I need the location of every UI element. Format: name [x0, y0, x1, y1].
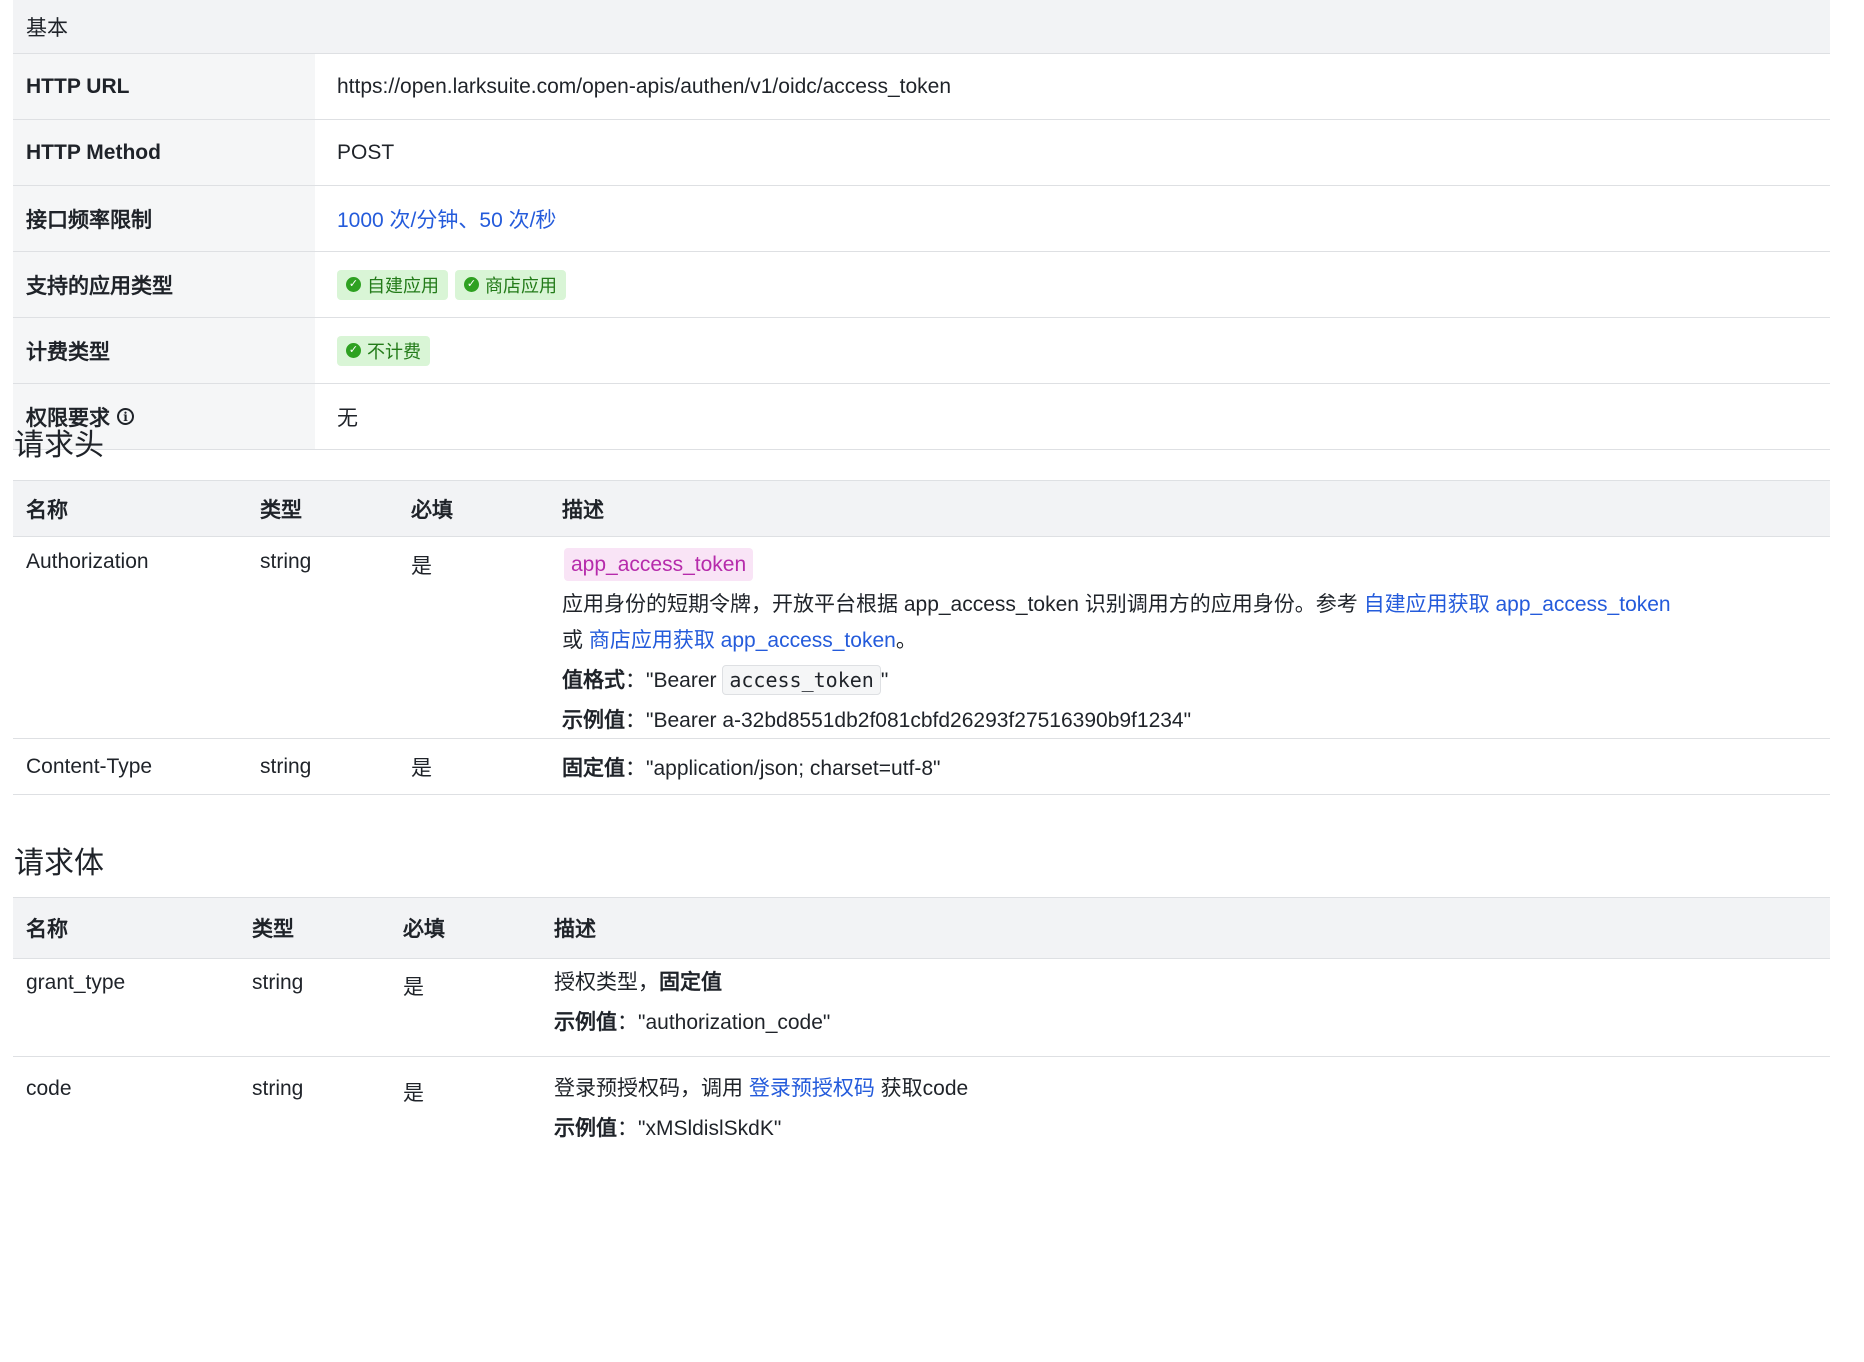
desc-or: 或 [562, 629, 589, 652]
basic-row-billing: 计费类型 ✓ 不计费 [13, 318, 1830, 384]
basic-value-cell: ✓ 不计费 [315, 318, 1830, 383]
param-type: string [252, 1077, 304, 1100]
param-name: Authorization [26, 550, 149, 573]
check-circle-icon: ✓ [346, 343, 361, 358]
col-desc: 描述 [554, 918, 596, 941]
check-circle-icon: ✓ [464, 277, 479, 292]
param-required: 是 [403, 1082, 424, 1105]
desc-post: 获取code [874, 1077, 969, 1100]
table-row: Content-Type string 是 固定值："application/j… [13, 739, 1830, 795]
example-value: ："Bearer a-32bd8551db2f081cbfd26293f2751… [625, 709, 1192, 732]
billing-tag: ✓ 不计费 [337, 335, 430, 366]
basic-table-header: 基本 [13, 0, 1830, 54]
param-name: Content-Type [26, 754, 153, 778]
col-type: 类型 [252, 918, 294, 941]
param-name: grant_type [26, 971, 126, 994]
param-desc: 登录预授权码，调用 登录预授权码 获取code 示例值："xMSldislSkd… [541, 1057, 1830, 1167]
table-row: Authorization string 是 app_access_token … [13, 537, 1830, 739]
format-label: 值格式 [562, 669, 625, 692]
col-desc: 描述 [562, 498, 604, 522]
desc-text: 登录预授权码，调用 [554, 1077, 749, 1100]
col-required: 必填 [403, 918, 445, 941]
fixed-value: ："application/json; charset=utf-8" [625, 756, 941, 780]
info-icon[interactable]: i [117, 408, 134, 425]
param-type: string [260, 754, 312, 778]
basic-key: 接口频率限制 [13, 186, 315, 251]
basic-key: HTTP Method [13, 120, 315, 185]
app-type-tag: ✓ 商店应用 [455, 269, 566, 300]
tag-label: 不计费 [367, 341, 421, 362]
section-title-request-header: 请求头 [14, 429, 104, 462]
format-post: " [880, 669, 889, 692]
rate-limit-link[interactable]: 1000 次/分钟、50 次/秒 [337, 204, 556, 234]
access-token-code: access_token [722, 665, 881, 695]
example-label: 示例值 [554, 1011, 617, 1034]
basic-key: 支持的应用类型 [13, 252, 315, 317]
self-built-app-token-link[interactable]: 自建应用获取 app_access_token [1364, 593, 1671, 616]
tag-label: 商店应用 [485, 275, 557, 296]
format-pre: ："Bearer [625, 669, 723, 692]
param-type: string [260, 550, 312, 573]
token-chip: app_access_token [564, 548, 754, 581]
basic-key: 计费类型 [13, 318, 315, 383]
basic-row-permissions: 权限要求 i 无 [13, 384, 1830, 450]
desc-end: 。 [895, 629, 917, 652]
api-doc-page: 基本 HTTP URL https://open.larksuite.com/o… [0, 0, 1864, 1362]
store-app-token-link[interactable]: 商店应用获取 app_access_token [589, 629, 896, 652]
col-required: 必填 [411, 498, 453, 522]
param-name: code [26, 1077, 72, 1100]
param-required: 是 [411, 555, 432, 578]
basic-value: 无 [337, 406, 358, 430]
basic-value-cell: 1000 次/分钟、50 次/秒 [315, 186, 1830, 251]
basic-row-app-types: 支持的应用类型 ✓ 自建应用 ✓ 商店应用 [13, 252, 1830, 318]
pre-auth-code-link[interactable]: 登录预授权码 [749, 1077, 875, 1100]
request-header-table: 名称 类型 必填 描述 Authorization string 是 app_a… [13, 480, 1830, 795]
table-row: grant_type string 是 授权类型，固定值 示例值："author… [13, 959, 1830, 1057]
example-value: ："xMSldislSkdK" [617, 1117, 782, 1140]
desc-text: 应用身份的短期令牌，开放平台根据 app_access_token 识别调用方的… [562, 593, 1364, 616]
col-type: 类型 [260, 498, 302, 522]
desc-text: 授权类型， [554, 971, 659, 994]
section-title-request-body: 请求体 [14, 847, 104, 880]
param-desc: 固定值："application/json; charset=utf-8" [549, 752, 1830, 782]
col-name: 名称 [26, 498, 68, 522]
example-label: 示例值 [554, 1117, 617, 1140]
basic-info-table: 基本 HTTP URL https://open.larksuite.com/o… [13, 0, 1830, 450]
basic-value-cell: ✓ 自建应用 ✓ 商店应用 [315, 252, 1830, 317]
param-required: 是 [403, 976, 424, 999]
basic-row-rate-limit: 接口频率限制 1000 次/分钟、50 次/秒 [13, 186, 1830, 252]
check-circle-icon: ✓ [346, 277, 361, 292]
basic-value: https://open.larksuite.com/open-apis/aut… [337, 74, 952, 98]
param-desc: 授权类型，固定值 示例值："authorization_code" [541, 959, 1830, 1056]
fixed-label: 固定值 [562, 756, 625, 780]
table-header-row: 名称 类型 必填 描述 [13, 480, 1830, 537]
col-name: 名称 [26, 918, 68, 941]
basic-row-http-method: HTTP Method POST [13, 120, 1830, 186]
desc-bold: 固定值 [659, 971, 722, 994]
param-required: 是 [411, 756, 432, 780]
table-row: code string 是 登录预授权码，调用 登录预授权码 获取code 示例… [13, 1057, 1830, 1167]
table-header-row: 名称 类型 必填 描述 [13, 897, 1830, 959]
basic-value: POST [337, 140, 395, 164]
example-value: ："authorization_code" [617, 1011, 831, 1034]
app-type-tag: ✓ 自建应用 [337, 269, 448, 300]
tag-label: 自建应用 [367, 275, 439, 296]
param-type: string [252, 971, 304, 994]
basic-key: HTTP URL [13, 54, 315, 119]
request-body-table: 名称 类型 必填 描述 grant_type string 是 授权类型，固定值… [13, 897, 1830, 1167]
param-desc: app_access_token 应用身份的短期令牌，开放平台根据 app_ac… [549, 537, 1830, 738]
basic-row-http-url: HTTP URL https://open.larksuite.com/open… [13, 54, 1830, 120]
example-label: 示例值 [562, 709, 625, 732]
